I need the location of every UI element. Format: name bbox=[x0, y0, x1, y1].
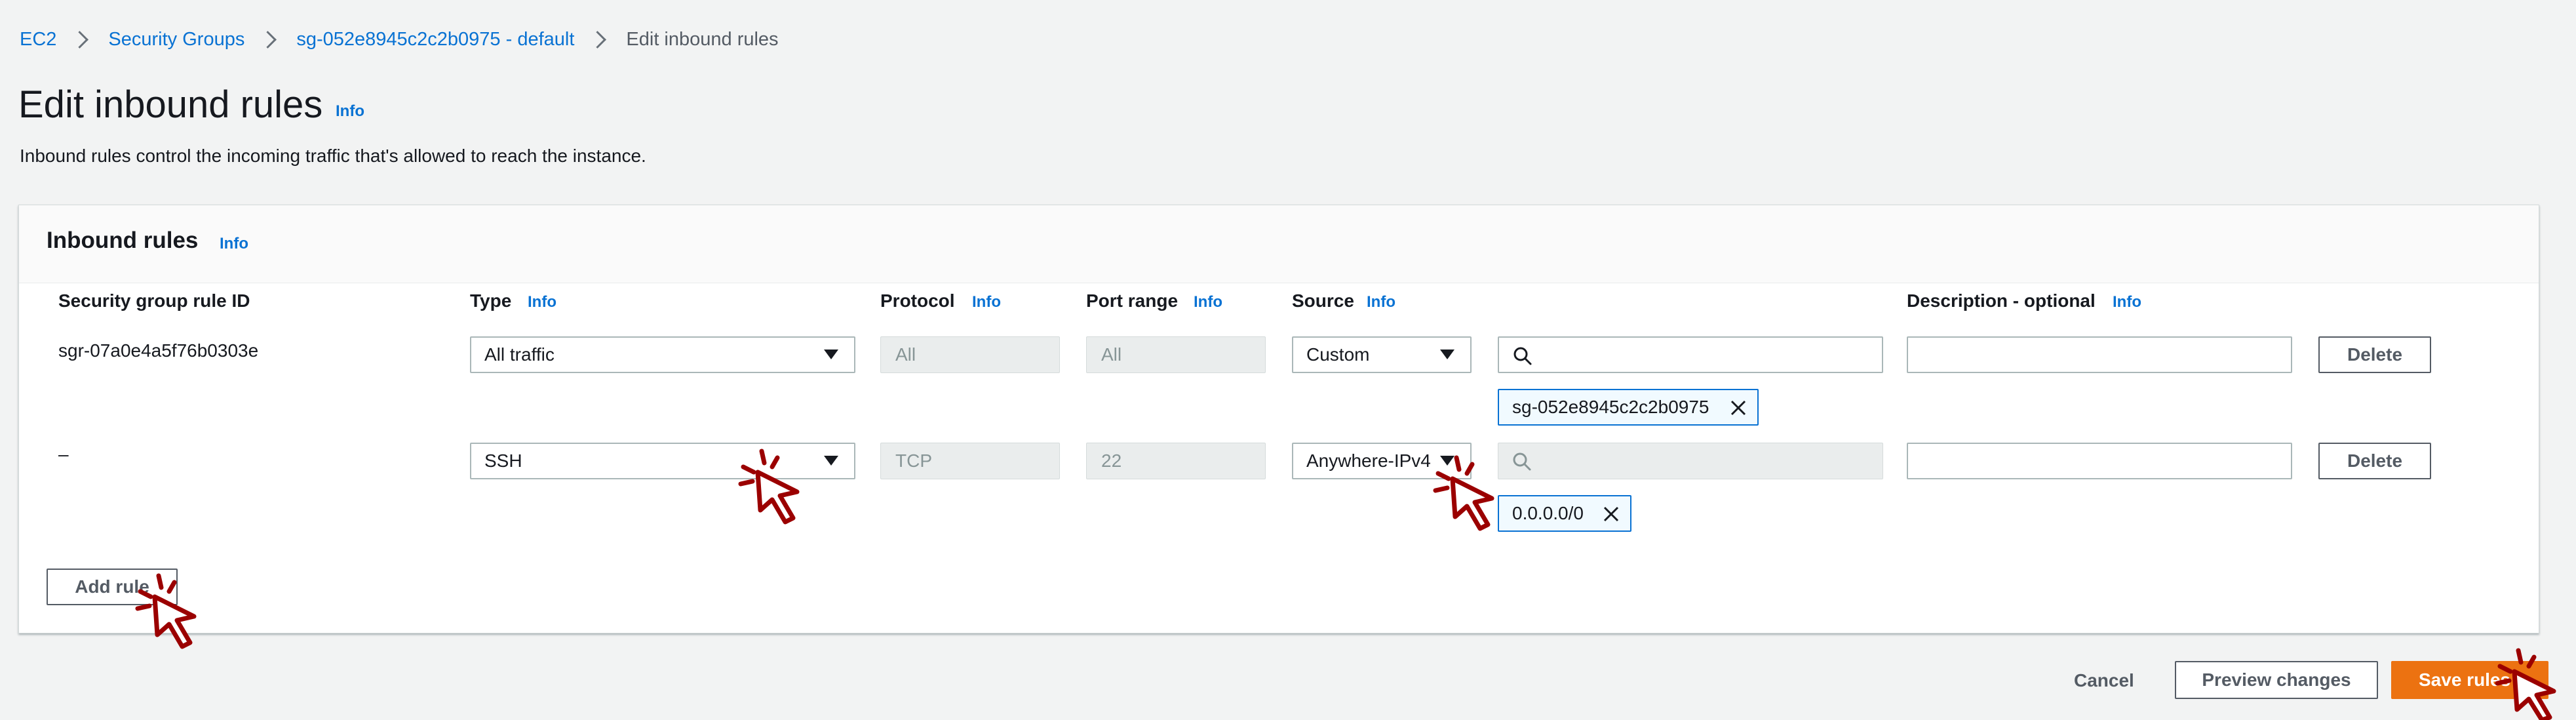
type-select[interactable]: All traffic bbox=[470, 336, 855, 373]
port-range-field: 22 bbox=[1086, 443, 1266, 479]
delete-button[interactable]: Delete bbox=[2318, 336, 2431, 373]
source-select-value: Custom bbox=[1306, 344, 1370, 365]
source-search-input[interactable] bbox=[1498, 336, 1883, 373]
panel-title: Inbound rules bbox=[47, 228, 199, 253]
source-select[interactable]: Custom bbox=[1292, 336, 1472, 373]
breadcrumb-ec2[interactable]: EC2 bbox=[20, 29, 56, 50]
click-cursor-icon bbox=[738, 449, 800, 525]
source-select-value: Anywhere-IPv4 bbox=[1306, 450, 1431, 471]
search-icon bbox=[1513, 452, 1531, 471]
source-token-label: sg-052e8945c2c2b0975 bbox=[1512, 397, 1709, 417]
type-select-value: SSH bbox=[484, 450, 522, 471]
panel-header: Inbound rules Info bbox=[19, 205, 2539, 283]
col-type: Type bbox=[470, 290, 512, 311]
click-cursor-icon bbox=[2495, 648, 2556, 720]
protocol-field: All bbox=[880, 336, 1060, 373]
breadcrumb-security-groups[interactable]: Security Groups bbox=[108, 29, 244, 50]
cancel-button[interactable]: Cancel bbox=[2074, 670, 2134, 691]
protocol-field: TCP bbox=[880, 443, 1060, 479]
breadcrumb-security-group[interactable]: sg-052e8945c2c2b0975 - default bbox=[296, 29, 574, 50]
caret-down-icon bbox=[824, 350, 838, 359]
protocol-info-link[interactable]: Info bbox=[972, 293, 1001, 311]
click-cursor-icon bbox=[1433, 455, 1494, 531]
col-description: Description - optional bbox=[1907, 290, 2096, 311]
click-cursor-icon bbox=[135, 573, 197, 649]
caret-down-icon bbox=[824, 456, 838, 466]
search-icon bbox=[1513, 347, 1532, 365]
port-range-info-link[interactable]: Info bbox=[1194, 293, 1222, 311]
inbound-rules-panel: Inbound rules Info Security group rule I… bbox=[18, 205, 2539, 633]
rule-id: sgr-07a0e4a5f76b0303e bbox=[58, 340, 259, 361]
col-port-range: Port range bbox=[1086, 290, 1179, 311]
panel-info-link[interactable]: Info bbox=[220, 235, 248, 253]
page-title: Edit inbound rules bbox=[18, 83, 323, 126]
preview-changes-button[interactable]: Preview changes bbox=[2175, 661, 2378, 699]
source-token-label: 0.0.0.0/0 bbox=[1512, 503, 1584, 523]
breadcrumb-current: Edit inbound rules bbox=[626, 28, 779, 50]
port-range-field: All bbox=[1086, 336, 1266, 373]
source-token: 0.0.0.0/0 bbox=[1498, 495, 1631, 532]
chevron-right-icon bbox=[589, 30, 607, 49]
page-info-link[interactable]: Info bbox=[336, 102, 364, 121]
type-select-value: All traffic bbox=[484, 344, 555, 365]
description-info-link[interactable]: Info bbox=[2113, 293, 2141, 311]
type-info-link[interactable]: Info bbox=[528, 293, 556, 311]
source-info-link[interactable]: Info bbox=[1367, 293, 1395, 311]
delete-button[interactable]: Delete bbox=[2318, 443, 2431, 479]
col-rule-id: Security group rule ID bbox=[58, 290, 250, 311]
chevron-right-icon bbox=[259, 30, 277, 49]
source-token: sg-052e8945c2c2b0975 bbox=[1498, 389, 1759, 426]
caret-down-icon bbox=[1440, 350, 1454, 359]
description-input[interactable] bbox=[1907, 336, 2292, 373]
rule-id: – bbox=[58, 444, 69, 464]
col-source: Source bbox=[1292, 290, 1354, 311]
close-icon[interactable] bbox=[1728, 398, 1748, 418]
page-description: Inbound rules control the incoming traff… bbox=[20, 146, 646, 166]
col-protocol: Protocol bbox=[880, 290, 955, 311]
close-icon[interactable] bbox=[1601, 504, 1621, 524]
breadcrumb: EC2 Security Groups sg-052e8945c2c2b0975… bbox=[20, 25, 779, 54]
chevron-right-icon bbox=[71, 30, 89, 49]
description-input[interactable] bbox=[1907, 443, 2292, 479]
source-search-input bbox=[1498, 443, 1883, 479]
